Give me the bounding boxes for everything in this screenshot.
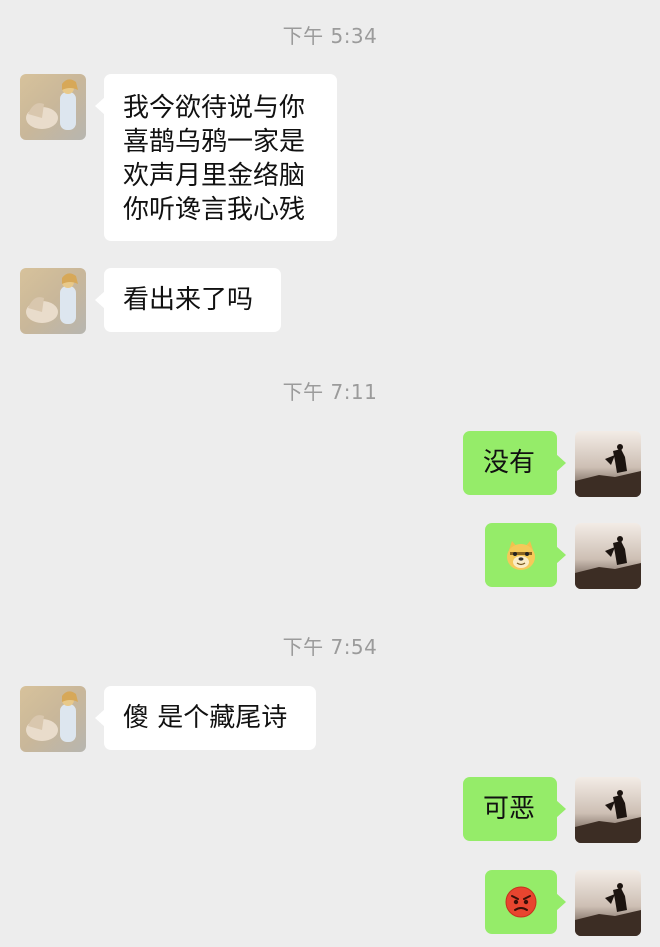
outgoing-message-bubble[interactable]: 可恶 — [463, 777, 566, 841]
outgoing-message-bubble[interactable]: 没有 — [463, 431, 566, 495]
outgoing-message-bubble[interactable] — [485, 523, 566, 587]
incoming-message-bubble[interactable]: 我今欲待说与你 喜鹊乌鸦一家是 欢声月里金络脑 你听谗言我心残 — [95, 74, 337, 241]
chat-area[interactable]: 下午 5:34 我今欲待说与你 喜鹊乌鸦一家是 欢声月里金络脑 你听谗言我心残 … — [0, 0, 660, 947]
self-avatar[interactable] — [575, 777, 641, 843]
girl-with-horse-avatar-icon — [20, 686, 86, 752]
girl-with-horse-avatar-icon — [20, 268, 86, 334]
outgoing-message-bubble[interactable] — [485, 870, 566, 934]
self-avatar[interactable] — [575, 523, 641, 589]
message-text: 傻 是个藏尾诗 — [123, 703, 288, 733]
message-line: 我今欲待说与你 — [123, 93, 306, 123]
timestamp: 下午 7:54 — [282, 635, 378, 659]
incoming-message-bubble[interactable]: 傻 是个藏尾诗 — [95, 686, 316, 750]
self-avatar[interactable] — [575, 431, 641, 497]
figure-on-rock-avatar-icon — [575, 870, 641, 936]
figure-on-rock-avatar-icon — [575, 777, 641, 843]
message-text: 没有 — [483, 448, 536, 478]
message-text: 可恶 — [483, 794, 536, 824]
figure-on-rock-avatar-icon — [575, 431, 641, 497]
timestamp: 下午 5:34 — [282, 24, 378, 48]
angry-face-emoji-icon — [505, 886, 537, 918]
contact-avatar[interactable] — [20, 268, 86, 334]
contact-avatar[interactable] — [20, 686, 86, 752]
message-line: 欢声月里金络脑 — [123, 161, 306, 191]
message-line: 你听谗言我心残 — [123, 195, 306, 225]
girl-with-horse-avatar-icon — [20, 74, 86, 140]
message-text: 看出来了吗 — [123, 285, 254, 315]
figure-on-rock-avatar-icon — [575, 523, 641, 589]
timestamp: 下午 7:11 — [282, 380, 378, 404]
self-avatar[interactable] — [575, 870, 641, 936]
message-line: 喜鹊乌鸦一家是 — [123, 127, 306, 157]
doge-emoji-icon — [507, 541, 535, 570]
contact-avatar[interactable] — [20, 74, 86, 140]
incoming-message-bubble[interactable]: 看出来了吗 — [95, 268, 281, 332]
